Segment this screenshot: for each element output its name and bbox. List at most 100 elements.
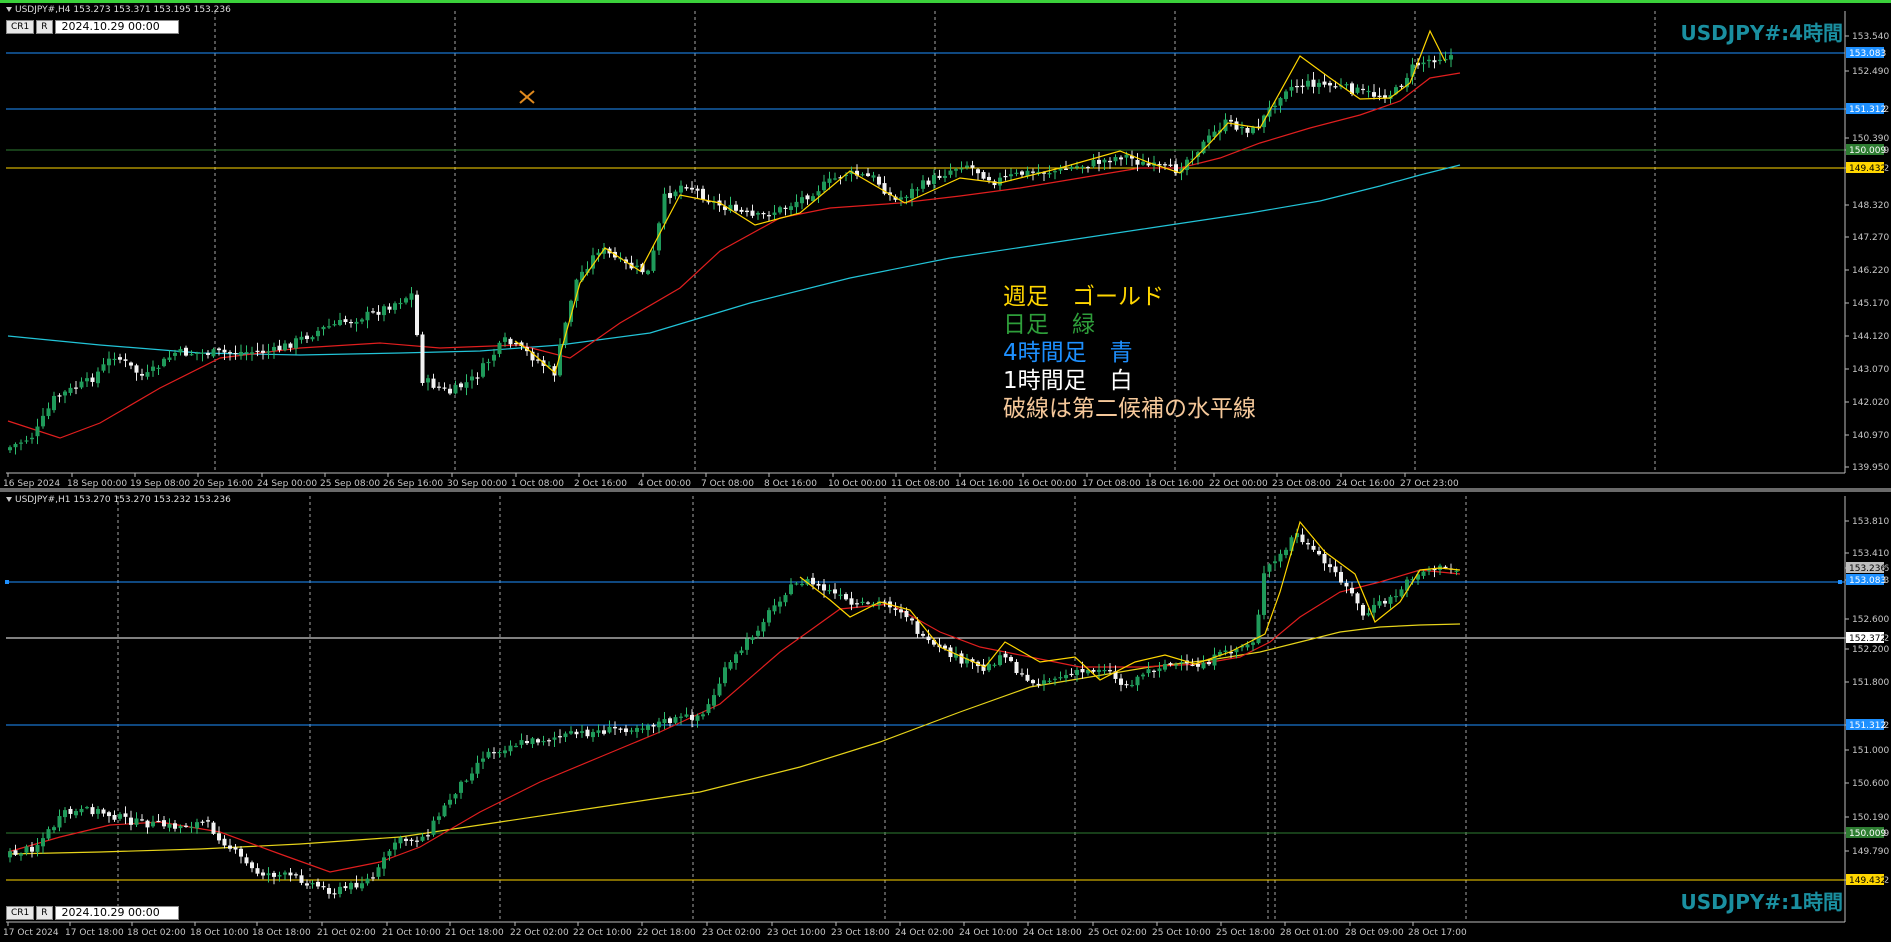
- candle-body: [794, 201, 799, 208]
- candle-body: [629, 730, 634, 732]
- candle-body: [1157, 668, 1162, 672]
- candle-body: [442, 805, 447, 817]
- x-tick-label: 4 Oct 00:00: [638, 479, 691, 488]
- candle-body: [959, 168, 964, 170]
- x-tick-label: 17 Oct 18:00: [65, 928, 124, 938]
- symbol-title: USDJPY#:1時間: [1680, 890, 1844, 914]
- candle-body: [1069, 166, 1074, 169]
- chart-canvas-h4[interactable]: 153.540 152.490 151.312 150.390 150.009 149.4…: [0, 3, 1891, 488]
- line-handle-left[interactable]: [5, 580, 9, 584]
- candle-body: [393, 303, 397, 310]
- candle-body: [778, 207, 782, 213]
- chart-panel-h1[interactable]: USDJPY#,H1 153.270 153.270 153.232 153.2…: [0, 492, 1891, 942]
- candle-body: [1240, 126, 1244, 129]
- candle-body: [332, 893, 337, 895]
- candle-body: [481, 758, 485, 762]
- candle-body: [1328, 564, 1332, 568]
- candle-body: [497, 751, 502, 754]
- candle-body: [1069, 673, 1074, 676]
- candle-body: [30, 846, 34, 852]
- candle-body: [915, 189, 920, 191]
- chart-panel-h4[interactable]: USDJPY#,H4 153.273 153.371 153.195 153.2…: [0, 0, 1891, 488]
- candle-body: [981, 172, 986, 179]
- candle-body: [954, 169, 958, 171]
- candle-body: [52, 827, 56, 831]
- candle-body: [1064, 675, 1068, 679]
- candle-body: [932, 175, 936, 184]
- candle-body: [910, 188, 914, 199]
- candle-body: [1333, 86, 1338, 88]
- candle-body: [877, 176, 881, 185]
- legend-1h: 1時間足 白: [1003, 368, 1133, 394]
- candle-body: [816, 191, 821, 196]
- x-tick-label: 25 Oct 10:00: [1152, 928, 1211, 938]
- candle-body: [57, 816, 62, 828]
- candle-body: [1086, 167, 1090, 169]
- candle-body: [376, 311, 381, 315]
- candle-body: [1207, 662, 1211, 665]
- candle-body: [1075, 669, 1079, 676]
- candle-body: [1031, 171, 1035, 173]
- candle-body: [734, 204, 738, 211]
- y-tick-label: 151.800: [1852, 678, 1889, 688]
- line-handle-right[interactable]: [1838, 580, 1842, 584]
- candle-body: [723, 667, 727, 684]
- candle-body: [849, 598, 854, 605]
- candle-body: [866, 173, 870, 176]
- candle-body: [24, 440, 29, 442]
- candle-body: [904, 196, 909, 199]
- candle-body: [1421, 571, 1426, 576]
- candle-body: [657, 721, 661, 728]
- candle-body: [767, 610, 771, 623]
- r-button[interactable]: R: [36, 906, 53, 920]
- x-tick-label: 21 Oct 18:00: [445, 928, 504, 938]
- candle-body: [453, 384, 458, 394]
- candle-body: [690, 187, 694, 190]
- candle-body: [46, 829, 51, 839]
- candle-body: [239, 848, 243, 857]
- candle-body: [167, 357, 172, 360]
- candle-body: [1344, 582, 1349, 587]
- y-tick-label: 148.320: [1852, 201, 1889, 211]
- candle-body: [1020, 673, 1024, 675]
- candle-body: [299, 336, 304, 340]
- price-label-text: 149.432: [1849, 164, 1886, 174]
- candle-body: [1383, 600, 1387, 604]
- candle-body: [316, 330, 320, 337]
- candle-body: [1273, 561, 1277, 564]
- candle-body: [63, 391, 67, 396]
- candle-body: [200, 352, 205, 354]
- candle-body: [745, 210, 749, 213]
- candle-body: [530, 738, 535, 745]
- pencil-object-icon[interactable]: [519, 90, 535, 104]
- candle-body: [431, 820, 436, 835]
- candle-body: [926, 180, 931, 185]
- candle-body: [1020, 171, 1024, 175]
- candle-body: [536, 739, 540, 743]
- chart-canvas-h1[interactable]: 153.810 153.410 153.236 153.083 152.600 152.3…: [0, 492, 1891, 942]
- candle-body: [1311, 79, 1316, 87]
- candle-body: [288, 872, 293, 876]
- candle-body: [365, 311, 370, 321]
- candle-body: [41, 838, 45, 847]
- x-tick-label: 25 Sep 08:00: [320, 479, 380, 488]
- price-label-text: 153.236: [1849, 564, 1886, 574]
- candle-body: [426, 835, 430, 837]
- candle-body: [255, 868, 260, 874]
- candle-body: [1119, 678, 1123, 685]
- candle-body: [13, 850, 18, 855]
- candle-body: [558, 736, 562, 738]
- x-tick-label: 19 Sep 08:00: [130, 479, 190, 488]
- candle-body: [393, 842, 397, 850]
- date-field[interactable]: 2024.10.29 00:00: [54, 906, 179, 920]
- candle-body: [899, 197, 903, 200]
- candle-body: [453, 794, 458, 799]
- candle-body: [1097, 159, 1101, 164]
- x-tick-label: 14 Oct 16:00: [955, 479, 1014, 488]
- candle-body: [921, 180, 925, 189]
- cr1-button[interactable]: CR1: [6, 906, 35, 920]
- candle-body: [266, 873, 271, 876]
- candle-body: [8, 851, 12, 858]
- candle-body: [277, 345, 282, 351]
- x-tick-label: 18 Oct 10:00: [190, 928, 249, 938]
